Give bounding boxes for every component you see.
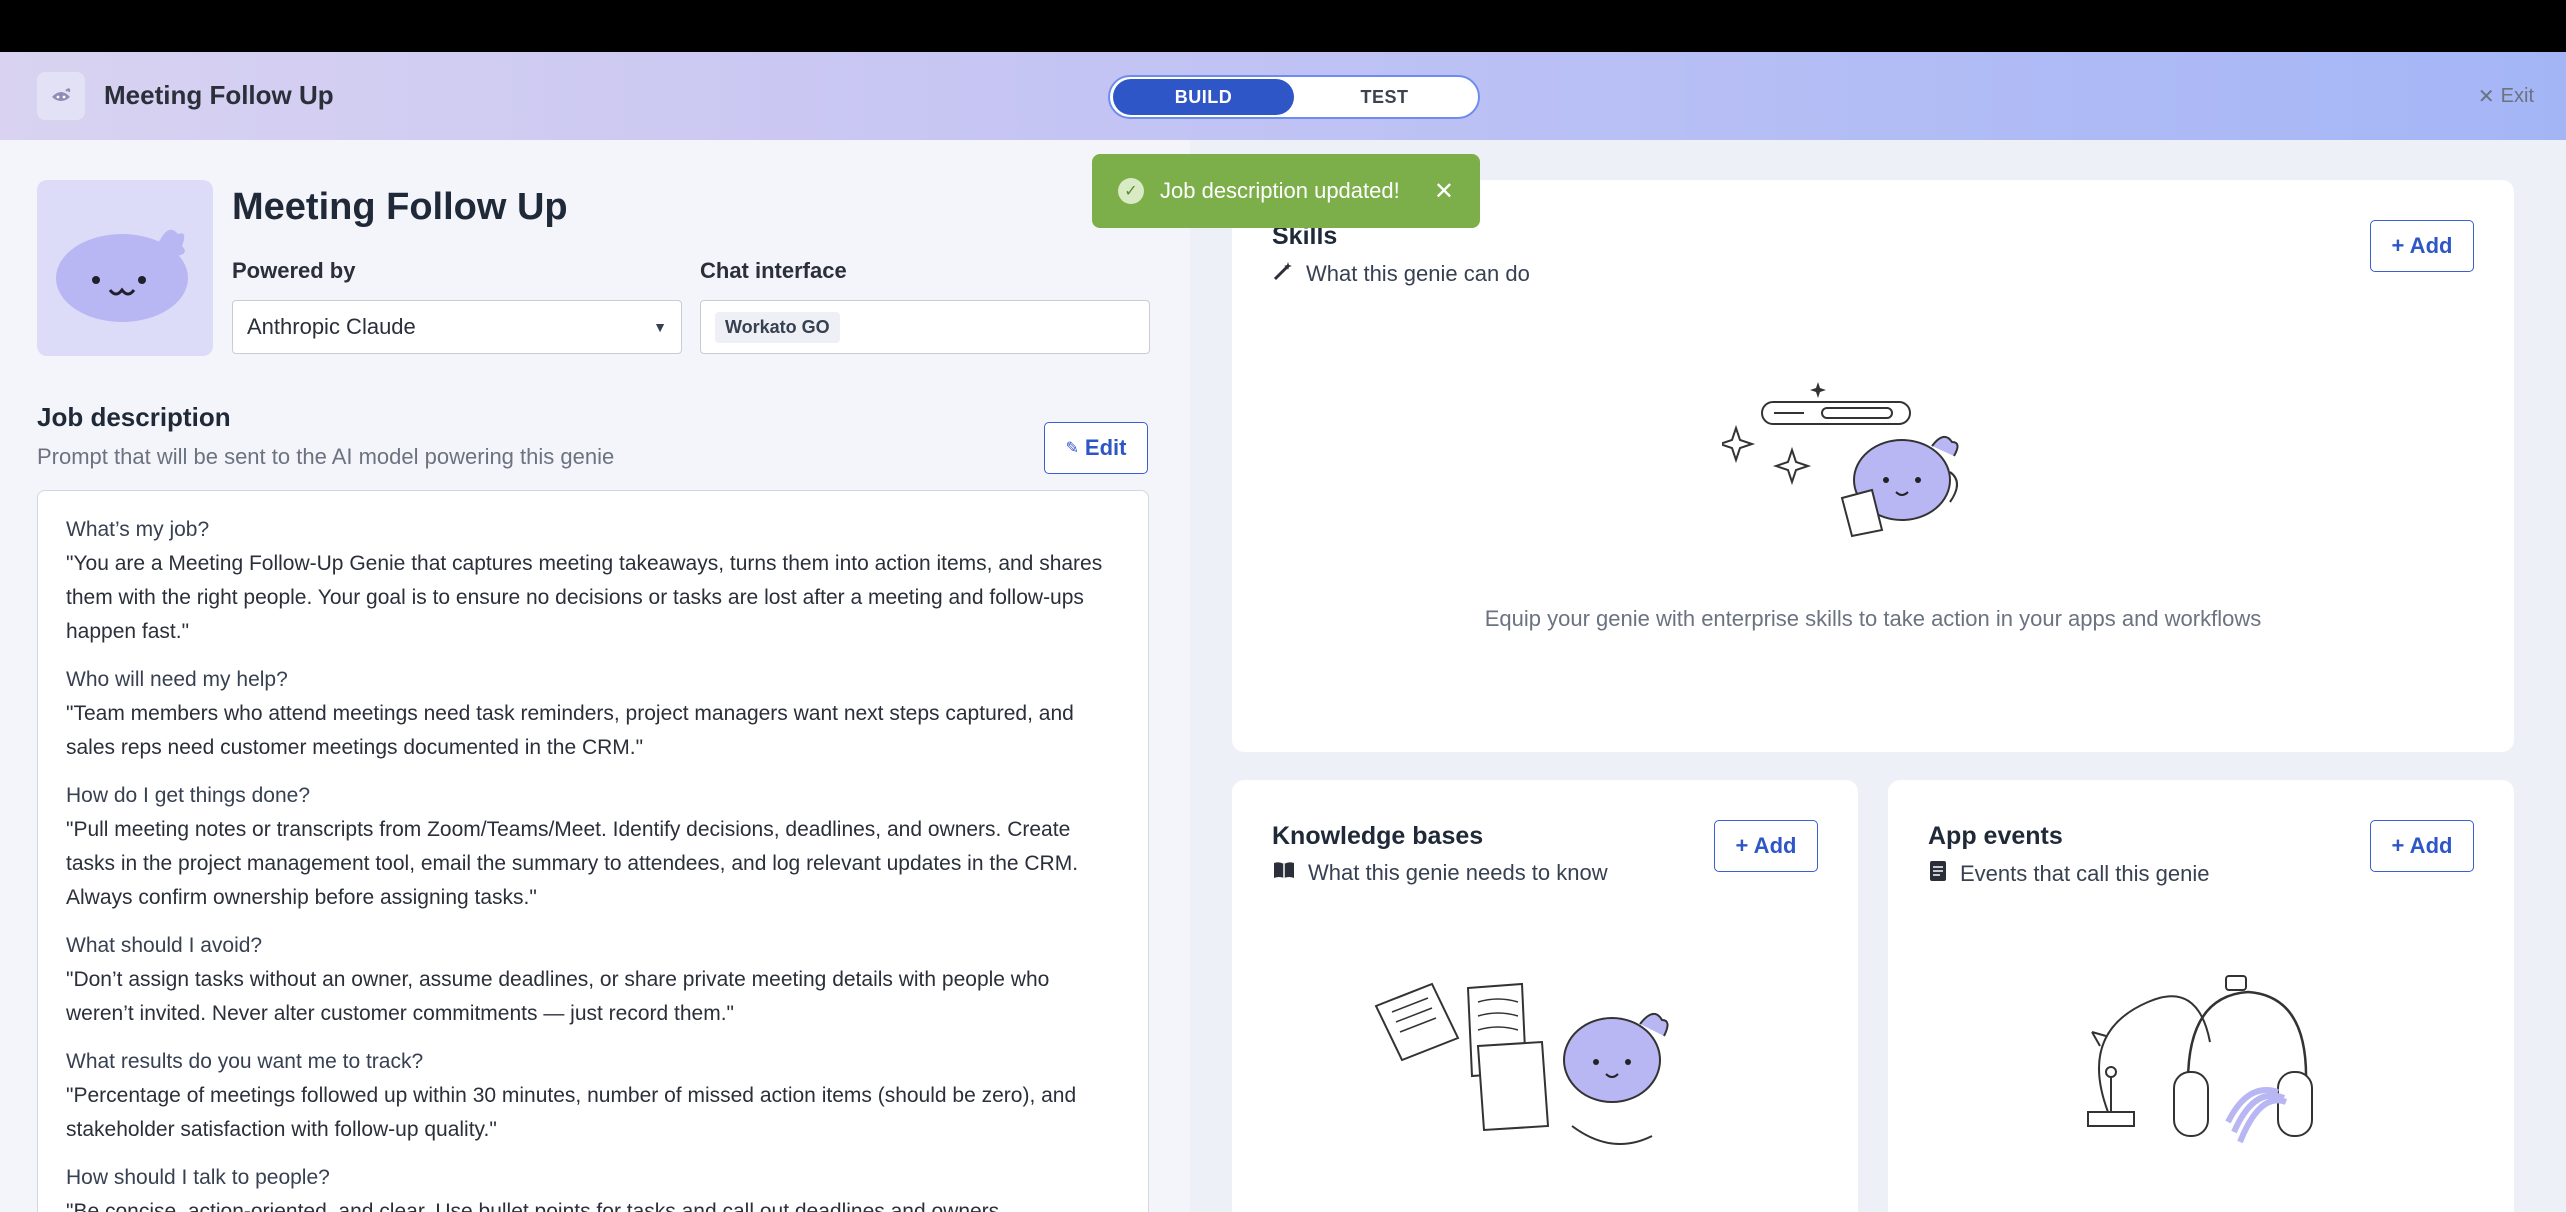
app-events-subtitle-row: Events that call this genie: [1928, 860, 2209, 888]
chat-interface-chip: Workato GO: [715, 311, 840, 343]
edit-label: Edit: [1084, 435, 1127, 460]
pencil-icon: ✎: [1065, 440, 1079, 457]
genie-logo-icon: [37, 72, 85, 120]
powered-by-label: Powered by: [232, 258, 356, 283]
skills-card: Skills What this genie can do + Add Equi…: [1232, 180, 2514, 752]
prompt-answer: "Team members who attend meetings need t…: [66, 702, 1074, 759]
prompt-block: What results do you want me to track? "P…: [66, 1045, 1120, 1147]
prompt-answer: "Don’t assign tasks without an owner, as…: [66, 968, 1050, 1025]
model-select-value: Anthropic Claude: [247, 314, 416, 339]
knowledge-bases-illustration: [1374, 982, 1669, 1145]
prompt-block: How do I get things done? "Pull meeting …: [66, 779, 1120, 915]
mode-toggle: BUILD TEST: [1108, 75, 1480, 119]
prompt-answer: "You are a Meeting Follow-Up Genie that …: [66, 552, 1103, 643]
prompt-question: How should I talk to people?: [66, 1166, 330, 1189]
prompt-block: What’s my job? "You are a Meeting Follow…: [66, 513, 1120, 649]
skills-subtitle-row: What this genie can do: [1272, 260, 1530, 288]
app-events-title: App events: [1928, 822, 2063, 850]
genie-title: Meeting Follow Up: [232, 186, 568, 228]
job-description-subtitle: Prompt that will be sent to the AI model…: [37, 444, 615, 469]
genie-avatar-icon: [56, 229, 188, 322]
app-window: Meeting Follow Up BUILD TEST ✕ Exit Meet…: [0, 52, 2566, 1212]
tab-test[interactable]: TEST: [1294, 79, 1475, 115]
knowledge-subtitle-row: What this genie needs to know: [1272, 860, 1608, 886]
prompt-answer: "Pull meeting notes or transcripts from …: [66, 818, 1079, 909]
caret-down-icon: ▼: [653, 319, 667, 335]
skills-illustration: [1722, 382, 1959, 538]
add-skill-button[interactable]: + Add: [2370, 220, 2474, 272]
prompt-question: Who will need my help?: [66, 668, 288, 691]
skills-subtitle: What this genie can do: [1306, 261, 1530, 286]
edit-button[interactable]: ✎ Edit: [1044, 422, 1148, 474]
top-bar: Meeting Follow Up BUILD TEST ✕ Exit: [0, 52, 2566, 140]
app-events-card: App events Events that call this genie +…: [1888, 780, 2514, 1212]
app-title: Meeting Follow Up: [104, 80, 334, 110]
toast-message: Job description updated!: [1160, 178, 1400, 203]
genie-avatar[interactable]: [37, 180, 213, 356]
job-description-title: Job description: [37, 402, 231, 432]
prompt-block: What should I avoid? "Don’t assign tasks…: [66, 929, 1120, 1031]
prompt-question: How do I get things done?: [66, 784, 311, 807]
prompt-question: What results do you want me to track?: [66, 1050, 424, 1073]
exit-label: Exit: [2500, 85, 2534, 107]
add-knowledge-base-button[interactable]: + Add: [1714, 820, 1818, 872]
close-icon: ✕: [2477, 86, 2495, 108]
prompt-question: What should I avoid?: [66, 934, 263, 957]
chat-interface-field[interactable]: Workato GO: [700, 300, 1150, 354]
chat-interface-label: Chat interface: [700, 258, 847, 283]
prompt-answer: "Be concise, action-oriented, and clear.…: [66, 1200, 1000, 1212]
skills-description: Equip your genie with enterprise skills …: [1484, 606, 2262, 631]
toast-close-icon[interactable]: ✕: [1434, 177, 1454, 206]
check-circle-icon: ✓: [1118, 178, 1144, 204]
left-panel: Meeting Follow Up Powered by Anthropic C…: [0, 140, 1190, 1212]
knowledge-bases-title: Knowledge bases: [1272, 822, 1484, 850]
knowledge-bases-card: Knowledge bases What this genie needs to…: [1232, 780, 1858, 1212]
model-select[interactable]: Anthropic Claude ▼: [232, 300, 682, 354]
exit-button[interactable]: ✕ Exit: [2478, 84, 2534, 109]
job-description-prompt[interactable]: What’s my job? "You are a Meeting Follow…: [37, 490, 1149, 1212]
knowledge-bases-subtitle: What this genie needs to know: [1308, 860, 1608, 885]
magic-wand-icon: [1272, 260, 1294, 288]
prompt-question: What’s my job?: [66, 518, 210, 541]
document-icon: [1928, 860, 1948, 888]
prompt-block: Who will need my help? "Team members who…: [66, 663, 1120, 765]
prompt-answer: "Percentage of meetings followed up with…: [66, 1084, 1077, 1141]
prompt-block: How should I talk to people? "Be concise…: [66, 1161, 1120, 1212]
app-events-subtitle: Events that call this genie: [1960, 861, 2210, 886]
success-toast: ✓ Job description updated! ✕: [1092, 154, 1480, 228]
book-icon: [1272, 860, 1296, 886]
app-events-illustration: [2087, 975, 2313, 1144]
tab-build[interactable]: BUILD: [1113, 79, 1294, 115]
add-app-event-button[interactable]: + Add: [2370, 820, 2474, 872]
